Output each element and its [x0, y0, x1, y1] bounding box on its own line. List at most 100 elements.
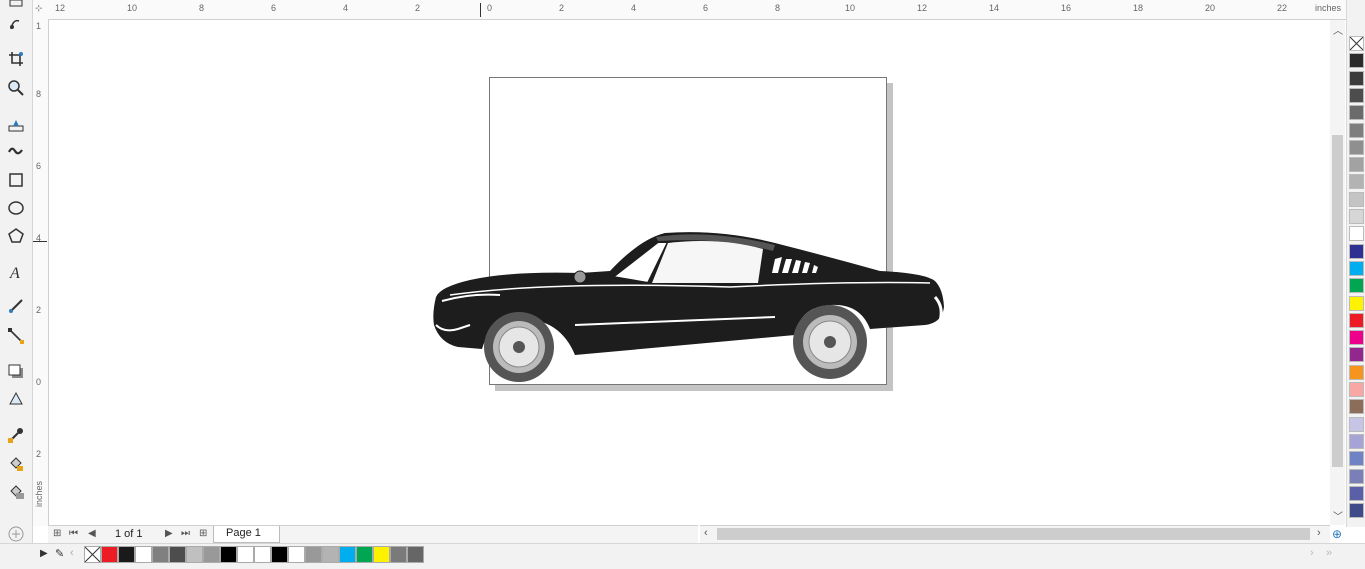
first-page-icon[interactable]: ⏮	[69, 528, 78, 539]
car-illustration[interactable]	[430, 225, 950, 385]
scroll-left-icon[interactable]: ‹	[704, 527, 708, 539]
palette-scroll-left-icon[interactable]: ‹	[70, 547, 74, 559]
crop-icon[interactable]	[6, 49, 26, 69]
eyedropper-icon[interactable]	[6, 425, 26, 445]
palette-eyedropper-icon[interactable]: ✎	[55, 547, 64, 560]
vertical-ruler[interactable]: 1 8 6 4 2 0 2 inches	[33, 19, 49, 526]
text-icon[interactable]: A	[6, 262, 26, 282]
document-color-swatch[interactable]	[254, 546, 271, 563]
document-color-swatch[interactable]	[390, 546, 407, 563]
color-swatch[interactable]	[1349, 330, 1364, 346]
document-color-swatch[interactable]	[101, 546, 118, 563]
scroll-down-icon[interactable]: ﹀	[1333, 508, 1343, 523]
ruler-label: 22	[1277, 3, 1288, 13]
document-color-swatch[interactable]	[169, 546, 186, 563]
dimension-icon[interactable]	[6, 296, 26, 316]
color-palette-vertical	[1346, 0, 1365, 527]
palette-expand-icon[interactable]: »	[1326, 547, 1332, 559]
color-swatch[interactable]	[1349, 312, 1364, 328]
next-page-icon[interactable]: ▶	[165, 528, 173, 539]
drop-shadow-icon[interactable]	[6, 362, 26, 382]
color-swatch[interactable]	[1349, 433, 1364, 449]
ruler-label: 6	[703, 3, 709, 13]
color-swatch[interactable]	[1349, 503, 1364, 519]
ruler-label: 18	[1133, 3, 1144, 13]
document-color-swatch[interactable]	[203, 546, 220, 563]
color-swatch[interactable]	[1349, 364, 1364, 380]
color-swatch[interactable]	[1349, 260, 1364, 276]
document-color-swatch[interactable]	[118, 546, 135, 563]
color-swatch[interactable]	[1349, 347, 1364, 363]
palette-scroll-right-icon[interactable]: ›	[1310, 547, 1314, 559]
zoom-icon[interactable]	[6, 78, 26, 98]
color-swatch[interactable]	[1349, 209, 1364, 224]
color-swatch[interactable]	[1349, 243, 1364, 259]
zoom-navigator-icon[interactable]: ⊕	[1332, 527, 1342, 541]
ruler-origin-icon[interactable]: ⊹	[35, 3, 43, 14]
document-color-swatch[interactable]	[339, 546, 356, 563]
palette-menu-icon[interactable]: ▶	[40, 548, 48, 559]
document-color-swatch[interactable]	[356, 546, 373, 563]
document-color-swatch[interactable]	[186, 546, 203, 563]
color-swatch[interactable]	[1349, 468, 1364, 484]
previous-page-icon[interactable]: ◀	[88, 528, 96, 539]
vertical-scroll-thumb[interactable]	[1332, 135, 1343, 467]
document-color-swatch[interactable]	[152, 546, 169, 563]
document-color-swatch[interactable]	[373, 546, 390, 563]
horizontal-ruler[interactable]: ⊹ 12 10 8 6 4 2 0 2 4 6 8 10 12 14 16 18…	[33, 0, 1346, 20]
color-swatch[interactable]	[1349, 416, 1364, 432]
ruler-label: 6	[36, 161, 42, 171]
color-swatch[interactable]	[1349, 485, 1364, 501]
color-swatch[interactable]	[1349, 295, 1364, 311]
scroll-up-icon[interactable]: ︿	[1333, 22, 1343, 37]
ruler-cursor-marker	[33, 241, 47, 242]
document-color-swatch[interactable]	[135, 546, 152, 563]
no-color-swatch[interactable]	[84, 546, 101, 563]
ruler-label: 2	[36, 305, 42, 315]
color-swatch[interactable]	[1349, 122, 1364, 138]
color-swatch[interactable]	[1349, 382, 1364, 397]
interactive-fill-icon[interactable]	[6, 453, 26, 473]
document-color-swatch[interactable]	[305, 546, 322, 563]
pen-icon[interactable]	[6, 116, 26, 136]
color-swatch[interactable]	[1349, 87, 1364, 103]
color-swatch[interactable]	[1349, 278, 1364, 294]
document-color-swatch[interactable]	[322, 546, 339, 563]
pick-tool[interactable]	[6, 0, 26, 8]
color-swatch[interactable]	[1349, 451, 1364, 467]
ellipse-icon[interactable]	[6, 198, 26, 218]
connector-icon[interactable]	[6, 326, 26, 346]
color-swatch[interactable]	[1349, 174, 1364, 190]
document-color-swatch[interactable]	[220, 546, 237, 563]
scroll-right-icon[interactable]: ›	[1317, 527, 1321, 539]
document-color-swatch[interactable]	[237, 546, 254, 563]
add-page-before-icon[interactable]: ⊞	[53, 528, 61, 539]
horizontal-scroll-thumb[interactable]	[717, 528, 1310, 540]
document-color-swatch[interactable]	[271, 546, 288, 563]
color-swatch[interactable]	[1349, 157, 1364, 173]
color-swatch[interactable]	[1349, 105, 1364, 121]
add-tool-icon[interactable]	[6, 524, 26, 544]
last-page-icon[interactable]: ⏭	[181, 528, 190, 539]
transparency-icon[interactable]	[6, 389, 26, 409]
color-swatch[interactable]	[1349, 53, 1364, 69]
document-palette: ▶ ✎ ‹ › »	[0, 543, 1365, 569]
color-swatch[interactable]	[1349, 139, 1364, 155]
tab-page-1[interactable]: Page 1	[213, 526, 280, 543]
smart-fill-icon[interactable]	[6, 481, 26, 501]
page-count: 1 of 1	[115, 528, 143, 540]
artistic-media-icon[interactable]	[6, 141, 26, 161]
color-swatch[interactable]	[1349, 226, 1364, 242]
freehand-pick-icon[interactable]	[6, 14, 26, 34]
polygon-icon[interactable]	[6, 226, 26, 246]
ruler-label: 20	[1205, 3, 1216, 13]
ruler-label: 2	[415, 3, 421, 13]
color-swatch[interactable]	[1349, 399, 1364, 415]
color-swatch[interactable]	[1349, 70, 1364, 86]
no-color-swatch[interactable]	[1349, 36, 1364, 51]
rectangle-icon[interactable]	[6, 170, 26, 190]
color-swatch[interactable]	[1349, 191, 1364, 207]
document-color-swatch[interactable]	[407, 546, 424, 563]
document-color-swatch[interactable]	[288, 546, 305, 563]
add-page-after-icon[interactable]: ⊞	[199, 528, 207, 539]
